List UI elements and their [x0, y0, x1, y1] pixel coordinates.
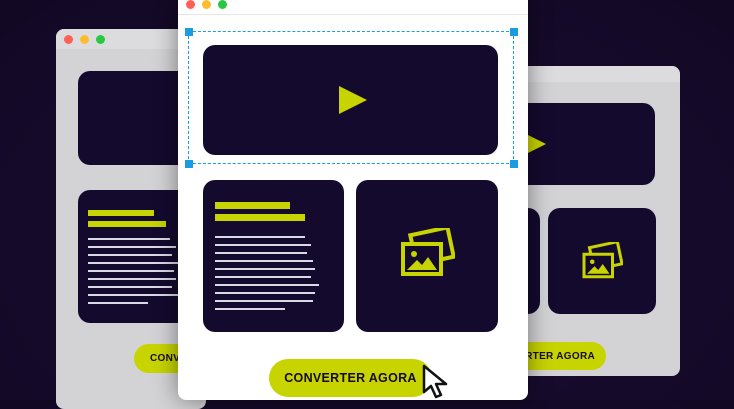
text-line — [88, 278, 176, 280]
front-window: CONVERTER AGORA — [178, 0, 528, 400]
selection-handle[interactable] — [185, 28, 193, 36]
heading-bar — [88, 221, 166, 227]
back-right-window: CONVERTER AGORA — [520, 66, 680, 376]
maximize-dot[interactable] — [96, 34, 105, 44]
heading-bar — [88, 210, 154, 216]
text-line — [215, 308, 285, 310]
image-card — [356, 180, 498, 332]
text-card — [203, 180, 344, 332]
text-line — [215, 244, 311, 246]
text-line — [215, 276, 311, 278]
text-line — [88, 238, 170, 240]
cta-button[interactable]: CONVERTER AGORA — [269, 359, 432, 397]
text-line — [215, 260, 313, 262]
image-card — [548, 208, 656, 314]
window-titlebar — [520, 66, 680, 82]
text-line — [88, 270, 174, 272]
text-line — [215, 268, 315, 270]
text-line — [215, 236, 305, 238]
close-dot[interactable] — [186, 0, 195, 9]
video-card[interactable] — [520, 103, 655, 185]
video-card[interactable] — [203, 45, 498, 155]
heading-bar — [215, 214, 305, 221]
text-line — [88, 294, 178, 296]
text-line — [215, 252, 307, 254]
text-line — [215, 300, 313, 302]
heading-bar — [215, 202, 290, 209]
play-icon[interactable] — [339, 86, 367, 114]
text-line — [215, 284, 319, 286]
minimize-dot[interactable] — [80, 34, 89, 44]
selection-handle[interactable] — [185, 160, 193, 168]
image-gallery-icon — [401, 228, 455, 276]
cta-button[interactable]: CONVERTER AGORA — [520, 342, 606, 370]
text-line — [88, 302, 148, 304]
maximize-dot[interactable] — [218, 0, 227, 9]
selection-handle[interactable] — [510, 28, 518, 36]
image-gallery-icon — [582, 242, 623, 279]
cursor-icon — [422, 364, 448, 399]
text-line — [215, 292, 315, 294]
text-line — [88, 254, 172, 256]
cta-label: CONVERTER AGORA — [284, 371, 417, 385]
selection-handle[interactable] — [510, 160, 518, 168]
window-titlebar — [178, 0, 528, 14]
text-line — [88, 246, 176, 248]
text-line — [88, 262, 178, 264]
text-line — [88, 286, 172, 288]
minimize-dot[interactable] — [202, 0, 211, 9]
titlebar-divider — [178, 14, 528, 15]
close-dot[interactable] — [64, 34, 73, 44]
play-icon — [526, 134, 546, 154]
cta-label: CONVERTER AGORA — [520, 350, 595, 362]
